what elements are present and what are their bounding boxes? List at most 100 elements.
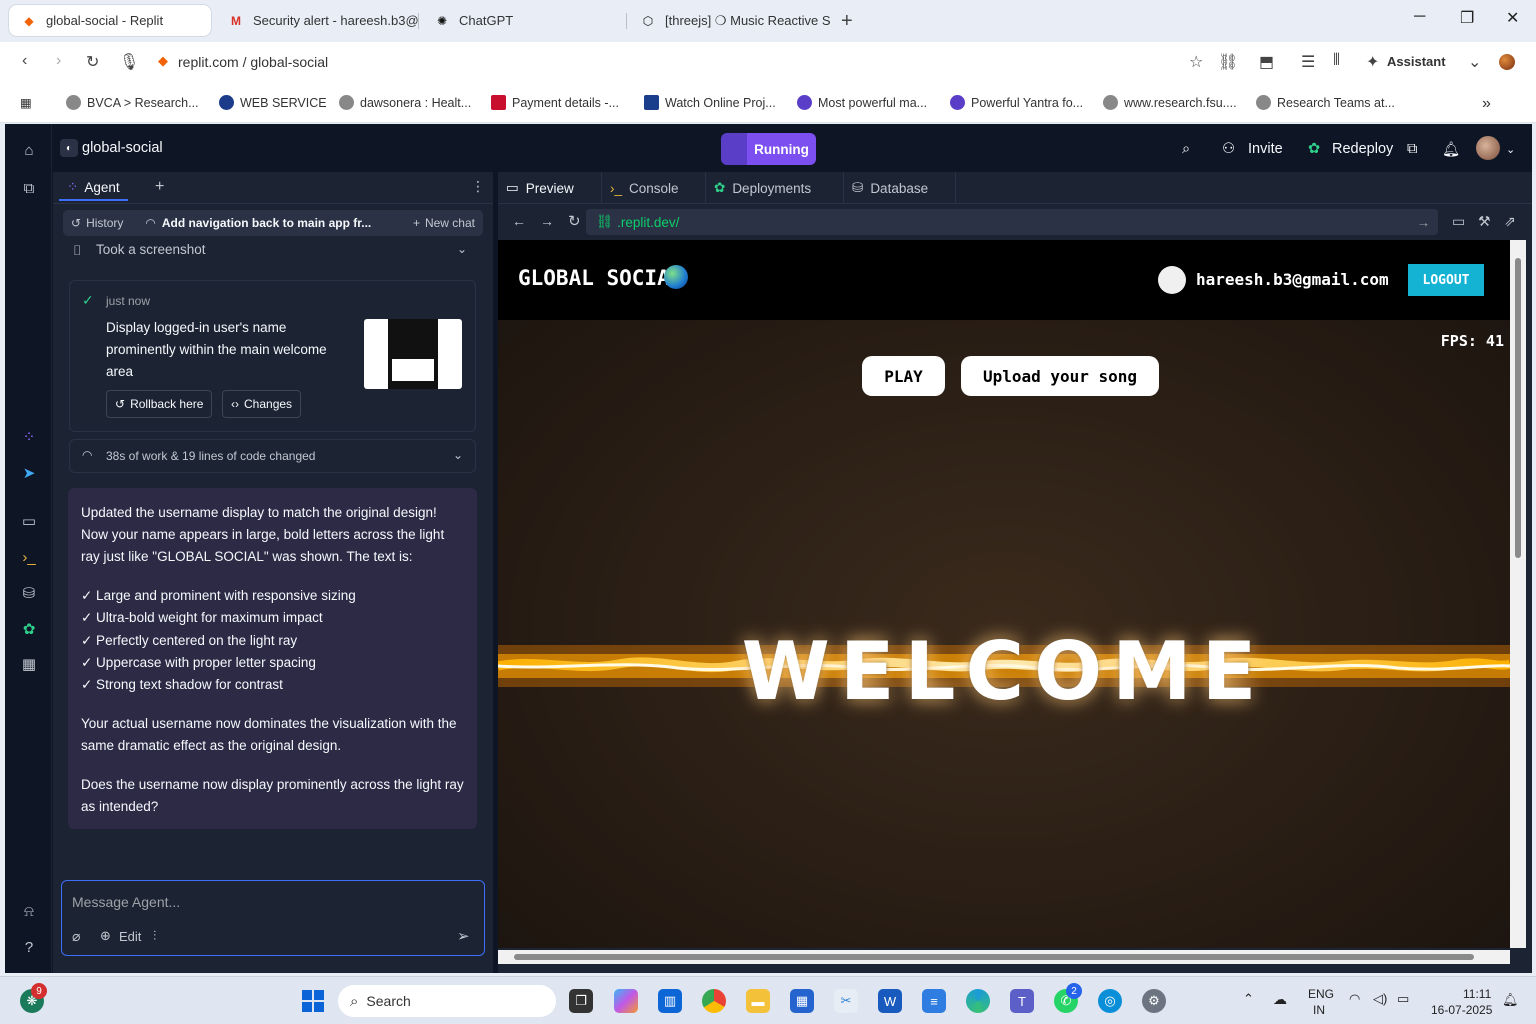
bookmark-star-icon[interactable]: ☆ [1189,52,1203,72]
tab-chatgpt[interactable]: ✺ ChatGPT [422,5,624,36]
deploy-icon[interactable]: ➤ [19,463,39,483]
share-link-icon[interactable]: ⛓ [1218,52,1238,72]
browser-profile-avatar[interactable] [1499,54,1515,70]
tab-security-alert[interactable]: M Security alert - hareesh.b3@g [216,5,418,36]
tray-chevron-up-icon[interactable]: ⌃ [1243,991,1254,1007]
assistant-button[interactable]: Assistant [1387,54,1446,69]
tab-console[interactable]: ›_ Console [602,172,706,204]
alerts-icon[interactable]: ⍾ [19,901,39,921]
apps-grid-icon[interactable]: ▦ [20,95,32,110]
upload-song-button[interactable]: Upload your song [961,356,1159,396]
bookmark-item[interactable]: Most powerful ma... [797,95,927,110]
tab-agent[interactable]: ⁘ Agent [59,175,128,201]
bookmark-item[interactable]: Powerful Yantra fo... [950,95,1083,110]
tab-global-social[interactable]: ◆ global-social - Replit [9,5,211,36]
snipping-tool-icon[interactable]: ✂ [834,989,858,1013]
tab-database[interactable]: ⛁ Database [844,172,956,204]
reload-icon[interactable]: ↻ [86,52,99,72]
agent-panel-icon[interactable]: ⧉ [19,178,39,198]
windows-start-icon[interactable] [301,989,325,1013]
bookmark-item[interactable]: WEB SERVICE [219,95,327,110]
file-explorer-icon[interactable]: ▬ [746,989,770,1013]
clock-date[interactable]: 16-07-2025 [1431,1003,1492,1017]
site-title[interactable]: GLOBAL SOCIAL [518,266,682,290]
more-options-icon[interactable]: ⋮ [471,178,485,195]
wifi-icon[interactable]: ◠ [1349,991,1360,1007]
back-icon[interactable]: ‹ [22,52,27,70]
preview-horizontal-scrollbar[interactable] [498,950,1510,964]
onedrive-cloud-icon[interactable]: ☁ [1273,991,1287,1008]
help-icon[interactable]: ? [19,937,39,957]
forward-icon[interactable]: › [56,52,61,70]
maximize-icon[interactable]: ❐ [1460,8,1474,28]
search-icon[interactable]: ⌕ [1182,141,1190,157]
notifications-bell-icon[interactable]: 🔔︎ [1442,141,1460,158]
minimize-icon[interactable]: ─ [1414,8,1425,26]
settings-gear-icon[interactable]: ⚙ [1142,989,1166,1013]
microsoft-store-icon[interactable]: ▦ [790,989,814,1013]
address-bar[interactable]: replit.com / global-social [178,54,328,70]
back-icon[interactable]: ← [512,213,526,229]
assistant-icon[interactable]: ✦ [1366,52,1379,72]
changes-button[interactable]: ‹› Changes [222,390,302,418]
chevron-down-icon[interactable]: ⌄ [1468,52,1481,72]
language-bottom[interactable]: IN [1313,1003,1325,1017]
chat-title[interactable]: Add navigation back to main app fr... [162,216,371,230]
console-icon[interactable]: ›_ [19,547,39,567]
open-new-tab-icon[interactable]: ⇗ [1504,213,1516,230]
work-summary-row[interactable]: ◠ 38s of work & 19 lines of code changed… [69,439,476,473]
bookmark-item[interactable]: Payment details -... [491,95,619,110]
publish-options-icon[interactable]: ⧉ [1407,141,1417,157]
word-icon[interactable]: W [878,989,902,1013]
agent-icon[interactable]: ⁘ [19,427,39,447]
tab-deployments[interactable]: ✿ Deployments [706,172,844,204]
attach-icon[interactable]: ⌀ [72,928,80,945]
edge-icon[interactable] [966,989,990,1013]
bookmark-item[interactable]: Research Teams at... [1256,95,1395,110]
teams-icon[interactable]: T [1010,989,1034,1013]
run-status-button[interactable]: Running [747,133,816,165]
more-bookmarks-icon[interactable]: » [1482,95,1491,113]
add-tab-icon[interactable]: + [155,178,164,196]
task-view-icon[interactable]: ❐ [569,989,593,1013]
new-chat-button[interactable]: New chat [425,216,475,230]
user-avatar[interactable] [1476,136,1500,160]
rollback-button[interactable]: ↺ Rollback here [106,390,213,418]
edit-mode-button[interactable]: Edit [119,929,141,944]
forward-icon[interactable]: → [540,213,554,229]
screenshot-row[interactable]: Took a screenshot [96,242,206,257]
bookmark-item[interactable]: Watch Online Proj... [644,95,776,110]
tab-preview[interactable]: ▭ Preview [498,172,602,204]
settings-sliders-icon[interactable]: ⫶ [153,928,156,944]
send-icon[interactable]: ➢ [457,927,470,945]
new-tab-button[interactable]: + [841,10,853,33]
volume-icon[interactable]: ◁) [1373,991,1387,1007]
invite-button[interactable]: Invite [1248,141,1283,157]
notepad-icon[interactable]: ≡ [922,989,946,1013]
bookmark-item[interactable]: BVCA > Research... [66,95,199,110]
message-input[interactable] [72,891,472,913]
workflow-icon[interactable] [721,133,747,165]
tab-threejs[interactable]: ⬡ [threejs] ❍ Music Reactive Sha [628,5,830,36]
device-icon[interactable]: ▭ [1452,213,1465,230]
replit-desktop-icon[interactable]: ◎ [1098,989,1122,1013]
home-icon[interactable]: ⌂ [19,140,39,160]
preview-vertical-scrollbar[interactable] [1510,240,1526,948]
language-top[interactable]: ENG [1308,987,1334,1001]
reading-list-icon[interactable]: ☰ [1301,52,1315,72]
chrome-icon[interactable] [702,989,726,1013]
bookmark-item[interactable]: www.research.fsu.... [1103,95,1237,110]
notifications-icon[interactable]: 🔔︎ [1502,992,1519,1008]
deployments-icon[interactable]: ✿ [19,619,39,639]
trello-icon[interactable]: ▥ [658,989,682,1013]
microphone-icon[interactable]: 🎙 [119,52,139,72]
project-name[interactable]: global-social [82,140,163,156]
go-arrow-icon[interactable]: → [1417,215,1431,230]
taskbar-search[interactable]: ⌕ Search [338,985,556,1017]
audio-icon[interactable]: ⦀ [1333,52,1340,70]
redeploy-button[interactable]: Redeploy [1332,141,1393,157]
clock-time[interactable]: 11:11 [1463,987,1491,1001]
chevron-down-icon[interactable]: ⌄ [1506,143,1515,156]
close-window-icon[interactable]: ✕ [1506,8,1519,28]
site-info-icon[interactable]: ◆ [158,53,168,69]
